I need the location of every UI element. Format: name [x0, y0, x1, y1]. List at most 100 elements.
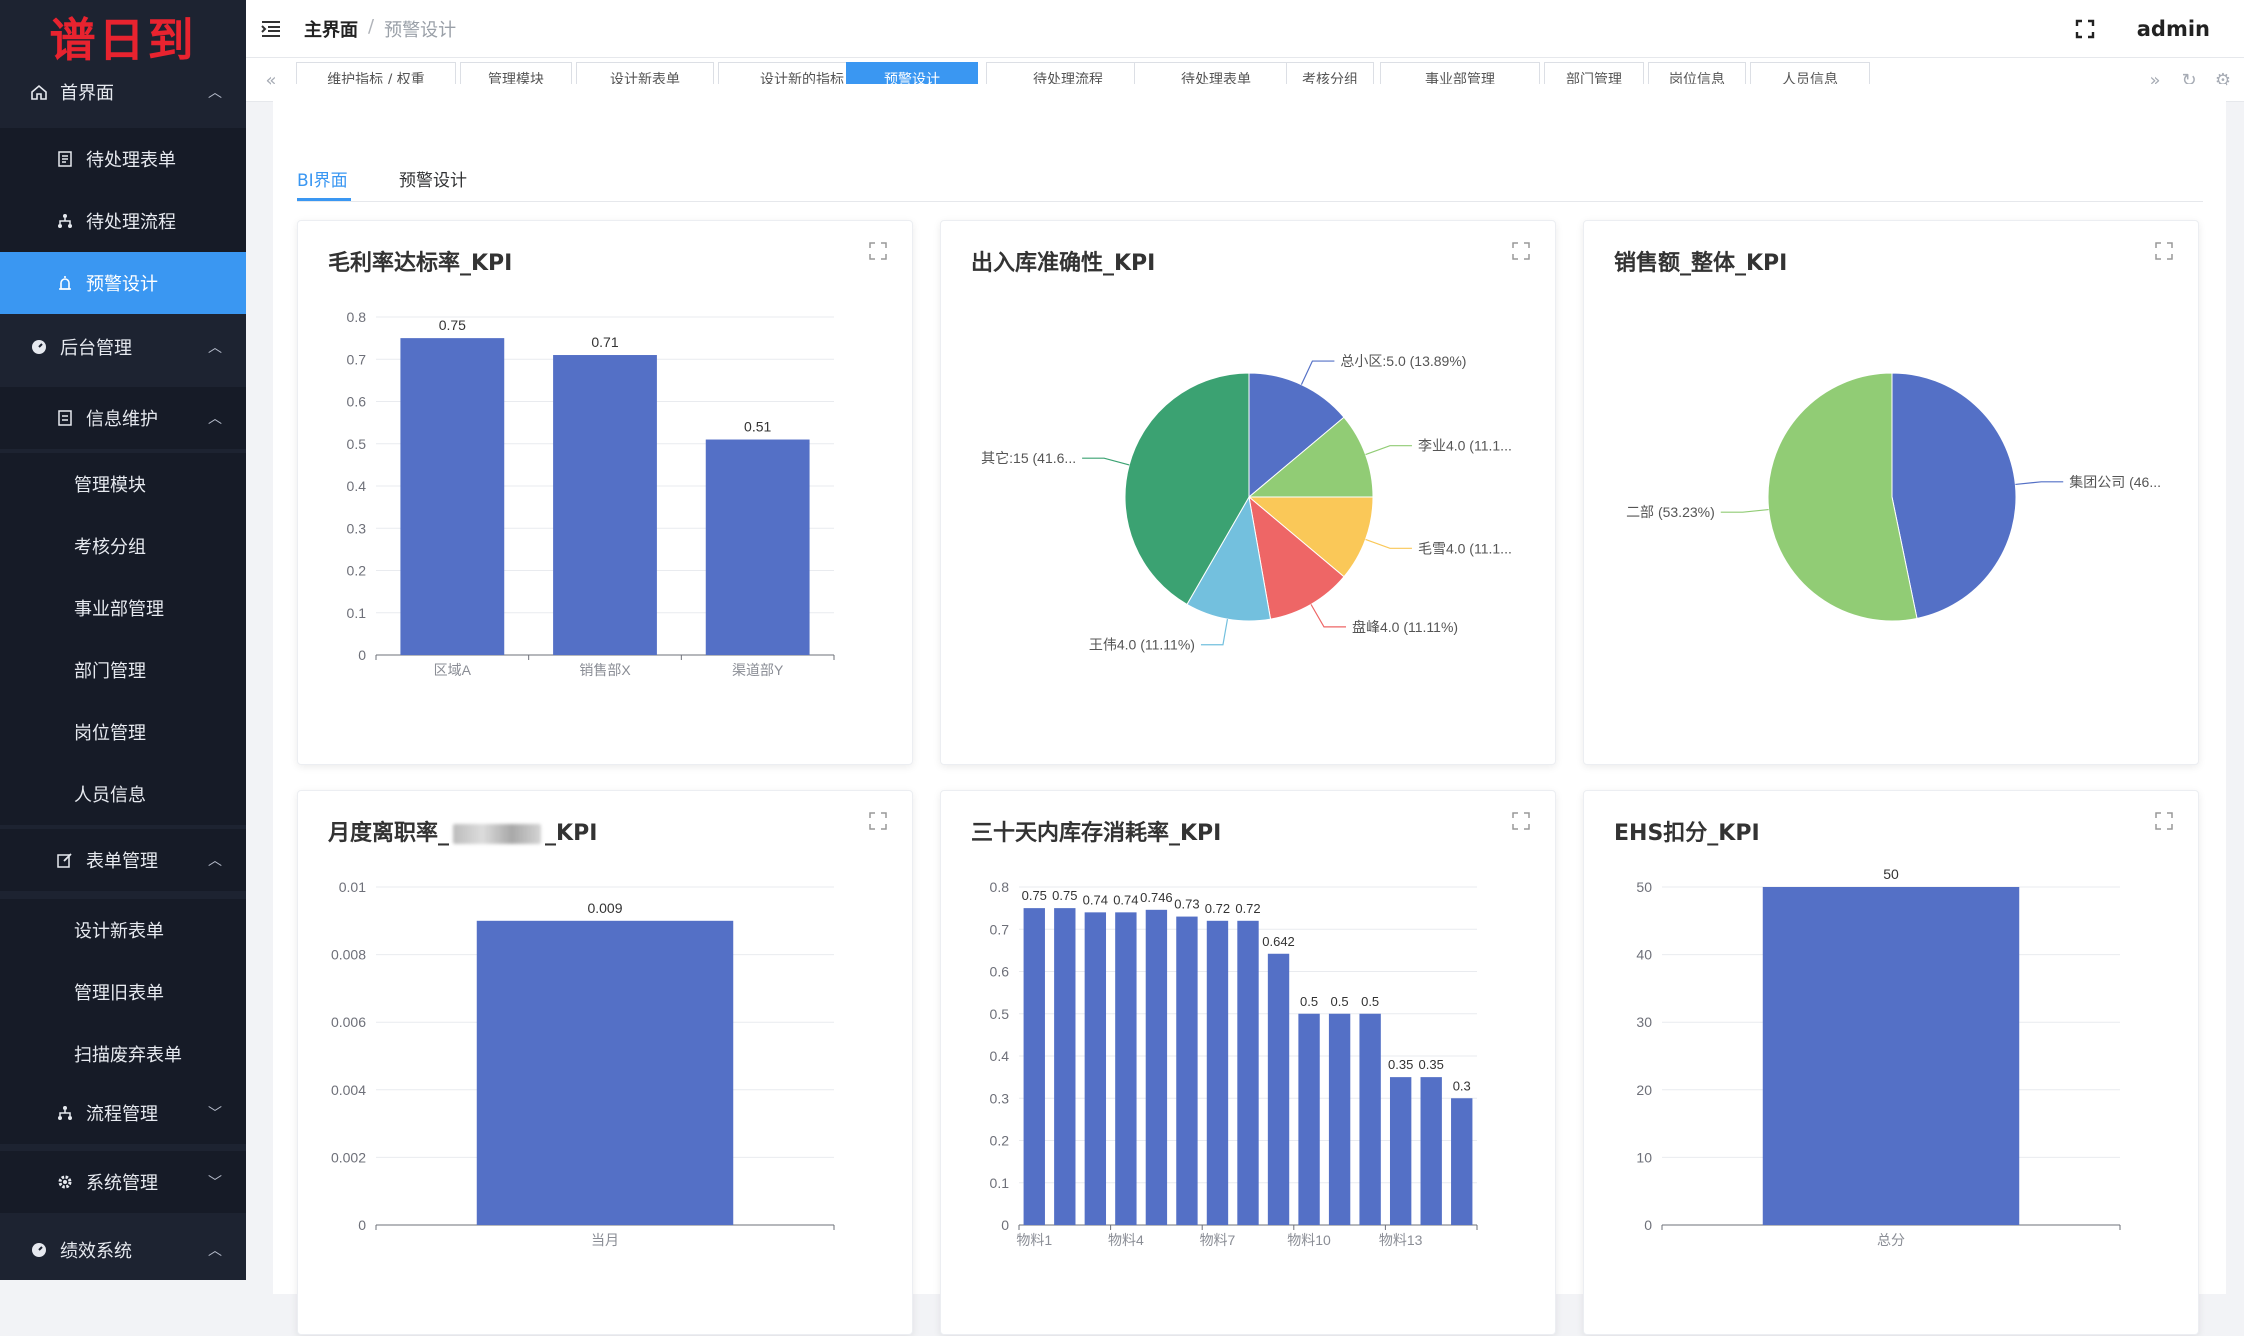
sidebar-item-11[interactable]: 人员信息 — [0, 763, 246, 825]
y-tick-label: 0.4 — [990, 1048, 1010, 1064]
y-tick-label: 0 — [358, 1217, 366, 1233]
bar[interactable] — [1145, 909, 1168, 1225]
sidebar-item-label: 绩效系统 — [60, 1241, 132, 1262]
y-tick-label: 0 — [1644, 1217, 1652, 1233]
chart-card-5: EHS扣分_KPI 0 10 20 30 40 50 50 总分 — [1583, 790, 2199, 1335]
x-tick-label: 物料4 — [1108, 1232, 1144, 1248]
label-line — [1082, 457, 1130, 466]
bar[interactable] — [1267, 953, 1290, 1225]
bar[interactable] — [400, 338, 505, 655]
sidebar-item-6[interactable]: 管理模块 — [0, 453, 246, 515]
subtab-active-indicator — [297, 198, 351, 201]
subtab-alert-design[interactable]: 预警设计 — [399, 166, 467, 191]
menu-fold-icon[interactable] — [260, 18, 282, 40]
sidebar-item-label: 事业部管理 — [74, 599, 164, 620]
slice-label: 盘峰4.0 (11.11%) — [1352, 619, 1458, 635]
content-panel: BI界面 预警设计 毛利率达标率_KPI 0 0.1 0.2 0.3 0.4 0.5 0.6 0… — [273, 84, 2226, 1335]
bar[interactable] — [1328, 1013, 1351, 1225]
breadcrumb-separator: / — [368, 15, 375, 37]
bar[interactable] — [1206, 920, 1229, 1225]
y-tick-label: 0.7 — [347, 351, 367, 367]
chart-card-4: 三十天内库存消耗率_KPI 0 0.1 0.2 0.3 0.4 0.5 0.6 0.7 0.8 0.… — [940, 790, 1556, 1335]
y-tick-label: 40 — [1636, 947, 1652, 963]
user-name[interactable]: admin — [2137, 17, 2210, 41]
chart-svg: 0 0.002 0.004 0.006 0.008 0.01 0.009 当月 — [331, 879, 835, 1248]
data-label: 0.35 — [1388, 1057, 1413, 1072]
chart-card-1: 出入库准确性_KPI 总小区:5.0 (13.89%) 李业4.0 (11.1...… — [940, 220, 1556, 765]
bar[interactable] — [1762, 887, 2020, 1225]
sidebar-item-13[interactable]: 设计新表单 — [0, 899, 246, 961]
data-label: 0.746 — [1140, 890, 1173, 905]
bar[interactable] — [1115, 912, 1137, 1225]
label-line — [1365, 538, 1412, 549]
pie-slice[interactable] — [1891, 372, 2017, 620]
sidebar-item-5[interactable]: 信息维护 ︿ — [0, 387, 246, 449]
data-label: 0.72 — [1205, 901, 1230, 916]
data-label: 0.3 — [1453, 1078, 1471, 1093]
sidebar-item-3[interactable]: 预警设计 — [0, 252, 246, 314]
chart-svg: 总小区:5.0 (13.89%) 李业4.0 (11.1... 毛雪4.0 (11.… — [981, 353, 1512, 653]
sidebar-item-9[interactable]: 部门管理 — [0, 639, 246, 701]
y-tick-label: 0.7 — [990, 921, 1010, 937]
y-tick-label: 0 — [358, 647, 366, 663]
sidebar-item-label: 人员信息 — [74, 785, 146, 806]
data-label: 0.5 — [1361, 994, 1379, 1009]
sidebar-item-14[interactable]: 管理旧表单 — [0, 961, 246, 1023]
y-tick-label: 0.006 — [331, 1014, 366, 1030]
bar[interactable] — [1451, 1098, 1473, 1225]
bar[interactable] — [553, 355, 657, 655]
sidebar-item-label: 扫描废弃表单 — [74, 1045, 182, 1066]
bar[interactable] — [1298, 1013, 1320, 1225]
fullscreen-icon[interactable] — [2075, 19, 2095, 39]
sidebar-item-label: 部门管理 — [74, 661, 146, 682]
sidebar-item-1[interactable]: 待处理表单 — [0, 128, 246, 190]
subtab-bi[interactable]: BI界面 — [297, 166, 348, 191]
breadcrumb-home[interactable]: 主界面 — [304, 16, 358, 42]
sidebar-item-10[interactable]: 岗位管理 — [0, 701, 246, 763]
sidebar-item-15[interactable]: 扫描废弃表单 — [0, 1023, 246, 1085]
bar[interactable] — [1176, 916, 1198, 1225]
sidebar-item-7[interactable]: 考核分组 — [0, 515, 246, 577]
bar[interactable] — [1054, 908, 1076, 1225]
bar[interactable] — [1389, 1077, 1412, 1225]
chevron-up-icon: ︿ — [208, 1243, 222, 1259]
label-line — [1720, 508, 1769, 513]
x-tick-label: 区域A — [434, 662, 472, 678]
sidebar-item-12[interactable]: 表单管理 ︿ — [0, 829, 246, 891]
data-label: 0.5 — [1331, 994, 1349, 1009]
chart-svg: 0 0.1 0.2 0.3 0.4 0.5 0.6 0.7 0.8 0.75 区域A 0.71 销售部X… — [347, 309, 835, 678]
form-icon — [54, 148, 76, 170]
sidebar-item-8[interactable]: 事业部管理 — [0, 577, 246, 639]
sidebar-item-label: 待处理流程 — [86, 212, 176, 233]
sidebar-item-label: 岗位管理 — [74, 723, 146, 744]
logo-text: 谱日到 — [49, 13, 197, 67]
bar[interactable] — [1237, 920, 1259, 1225]
bar[interactable] — [705, 439, 810, 655]
bar[interactable] — [1084, 912, 1107, 1225]
data-label: 50 — [1883, 866, 1899, 882]
sidebar-item-0[interactable]: 首界面 ︿ — [0, 62, 246, 122]
sidebar-item-18[interactable]: 绩效系统 ︿ — [0, 1220, 246, 1280]
x-tick-label: 销售部X — [579, 662, 631, 678]
sidebar-item-4[interactable]: 后台管理 ︿ — [0, 317, 246, 377]
y-tick-label: 0.3 — [990, 1090, 1010, 1106]
bar[interactable] — [1359, 1013, 1381, 1225]
breadcrumb: 主界面 / 预警设计 — [304, 16, 456, 42]
breadcrumb-current: 预警设计 — [384, 19, 457, 41]
x-tick-label: 物料1 — [1016, 1232, 1052, 1248]
dashboard-icon — [28, 1239, 50, 1261]
bar[interactable] — [1420, 1077, 1442, 1225]
data-label: 0.51 — [744, 419, 771, 435]
sidebar-item-2[interactable]: 待处理流程 — [0, 190, 246, 252]
y-tick-label: 0.6 — [347, 394, 367, 410]
chevron-up-icon: ︿ — [208, 340, 222, 356]
sidebar-item-17[interactable]: 系统管理 ﹀ — [0, 1151, 246, 1213]
label-line — [1310, 604, 1346, 628]
sidebar-item-label: 表单管理 — [86, 851, 158, 872]
bar[interactable] — [1023, 908, 1045, 1225]
chart-svg: 0 0.1 0.2 0.3 0.4 0.5 0.6 0.7 0.8 0.75 物料1 0.75 0.74… — [990, 879, 1478, 1248]
sidebar-item-16[interactable]: 流程管理 ﹀ — [0, 1082, 246, 1144]
bar[interactable] — [476, 920, 734, 1225]
slice-label: 王伟4.0 (11.11%) — [1089, 637, 1195, 653]
sub-tabs: BI界面 预警设计 — [297, 84, 2203, 202]
